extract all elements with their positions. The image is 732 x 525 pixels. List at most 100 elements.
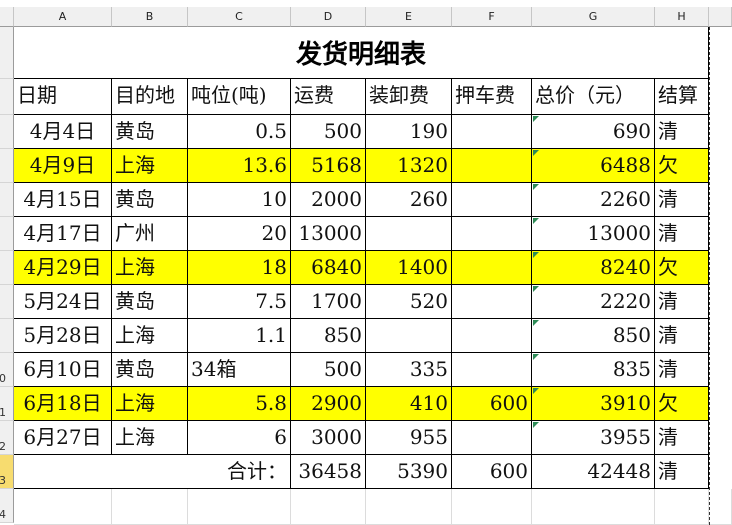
total-label[interactable]: 合计： [14,455,291,489]
cell-date[interactable]: 4月9日 [14,149,112,183]
cell-escort[interactable] [452,353,532,387]
cell-ton[interactable]: 13.6 [188,149,291,183]
cell-ton[interactable]: 6 [188,421,291,455]
cell-handling[interactable] [366,217,452,251]
cell-total[interactable]: 690 [532,115,655,149]
cell-total[interactable]: 13000 [532,217,655,251]
cell-handling[interactable]: 1400 [366,251,452,285]
empty-cell[interactable] [291,489,366,525]
cell-handling[interactable]: 1320 [366,149,452,183]
empty-cell[interactable] [452,489,532,525]
column-header-b[interactable]: B [112,7,188,27]
empty-cell[interactable] [709,489,732,525]
row-header[interactable]: 12 [0,421,14,455]
cell-dest[interactable]: 广州 [112,217,188,251]
row-header[interactable] [0,217,14,251]
row-header[interactable] [0,319,14,353]
cell-freight[interactable]: 2000 [291,183,366,217]
cell-settle[interactable]: 欠 [655,149,709,183]
cell-settle[interactable]: 清 [655,115,709,149]
cell-dest[interactable]: 黄岛 [112,183,188,217]
cell-handling[interactable]: 260 [366,183,452,217]
header-cell[interactable]: 总价（元） [532,79,655,115]
cell-date[interactable]: 6月27日 [14,421,112,455]
cell-total[interactable]: 2220 [532,285,655,319]
spreadsheet-grid[interactable]: ABCDEFGH 10 11 12 13 14 发货明细表 日期目的地吨位(吨)运费装卸… [0,0,732,525]
cell-freight[interactable]: 5168 [291,149,366,183]
cell-date[interactable]: 5月24日 [14,285,112,319]
cell-total[interactable]: 2260 [532,183,655,217]
column-header-f[interactable]: F [452,7,532,27]
header-cell[interactable]: 装卸费 [366,79,452,115]
cell-handling[interactable]: 410 [366,387,452,421]
cell-handling[interactable]: 955 [366,421,452,455]
column-header-g[interactable]: G [532,7,655,27]
cell-settle[interactable]: 清 [655,353,709,387]
cell-dest[interactable]: 上海 [112,251,188,285]
cell-freight[interactable]: 3000 [291,421,366,455]
cell-date[interactable]: 4月15日 [14,183,112,217]
row-header[interactable] [0,149,14,183]
total-price[interactable]: 42448 [532,455,655,489]
cell-date[interactable]: 6月10日 [14,353,112,387]
cell-total[interactable]: 8240 [532,251,655,285]
row-header[interactable] [0,115,14,149]
row-header[interactable] [0,251,14,285]
cell-escort[interactable] [452,183,532,217]
empty-cell[interactable] [188,489,291,525]
cell-handling[interactable]: 335 [366,353,452,387]
cell-freight[interactable]: 1700 [291,285,366,319]
cell-handling[interactable]: 190 [366,115,452,149]
cell-ton[interactable]: 20 [188,217,291,251]
cell-total[interactable]: 3955 [532,421,655,455]
row-header[interactable]: 11 [0,387,14,421]
cell-freight[interactable]: 13000 [291,217,366,251]
cell-ton[interactable]: 18 [188,251,291,285]
cell-escort[interactable] [452,319,532,353]
empty-cell[interactable] [532,489,655,525]
cell-escort[interactable] [452,217,532,251]
total-handling[interactable]: 5390 [366,455,452,489]
cell-freight[interactable]: 500 [291,353,366,387]
header-cell[interactable]: 日期 [14,79,112,115]
cell-ton[interactable]: 5.8 [188,387,291,421]
cell-dest[interactable]: 黄岛 [112,115,188,149]
cell-escort[interactable] [452,115,532,149]
row-header[interactable] [0,285,14,319]
cell-handling[interactable] [366,319,452,353]
cell-dest[interactable]: 上海 [112,149,188,183]
cell-freight[interactable]: 2900 [291,387,366,421]
total-escort[interactable]: 600 [452,455,532,489]
empty-cell[interactable] [14,489,112,525]
cell-settle[interactable]: 欠 [655,387,709,421]
cell-settle[interactable]: 清 [655,319,709,353]
row-header[interactable]: 10 [0,353,14,387]
cell-ton[interactable]: 10 [188,183,291,217]
cell-escort[interactable] [452,251,532,285]
empty-cell[interactable] [366,489,452,525]
header-cell[interactable]: 吨位(吨) [188,79,291,115]
cell-settle[interactable]: 清 [655,421,709,455]
cell-dest[interactable]: 黄岛 [112,353,188,387]
row-header[interactable]: 13 [0,455,14,489]
cell-dest[interactable]: 黄岛 [112,285,188,319]
cell-total[interactable]: 835 [532,353,655,387]
cell-ton[interactable]: 7.5 [188,285,291,319]
cell-escort[interactable] [452,285,532,319]
sheet-title[interactable]: 发货明细表 [14,27,709,79]
cell-settle[interactable]: 清 [655,285,709,319]
cell-freight[interactable]: 500 [291,115,366,149]
cell-dest[interactable]: 上海 [112,387,188,421]
cell-escort[interactable] [452,149,532,183]
cell-date[interactable]: 4月17日 [14,217,112,251]
row-header[interactable] [0,79,14,115]
column-header-d[interactable]: D [291,7,366,27]
cell-freight[interactable]: 850 [291,319,366,353]
cell-ton[interactable]: 34箱 [188,353,291,387]
cell-total[interactable]: 850 [532,319,655,353]
total-freight[interactable]: 36458 [291,455,366,489]
cell-date[interactable]: 5月28日 [14,319,112,353]
header-cell[interactable]: 运费 [291,79,366,115]
cell-ton[interactable]: 0.5 [188,115,291,149]
empty-cell[interactable] [112,489,188,525]
